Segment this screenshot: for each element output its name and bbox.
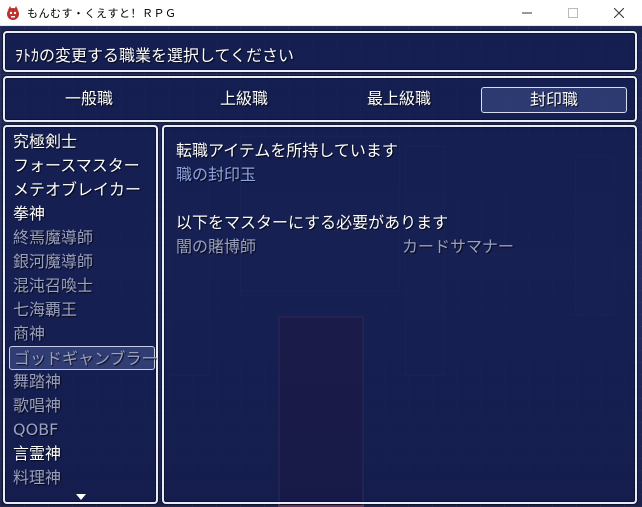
- required-job: 闇の賭博師: [176, 237, 257, 256]
- job-list-item[interactable]: 歌唱神: [13, 394, 61, 418]
- job-detail-window: 転職アイテムを所持しています 職の封印玉 以下をマスターにする必要があります 闇…: [162, 125, 637, 504]
- job-list-item[interactable]: 舞踏神: [13, 370, 61, 394]
- job-list-item[interactable]: 言霊神: [13, 442, 61, 466]
- close-icon: [614, 8, 624, 18]
- job-list-window: 究極剣士 フォースマスター メテオブレイカー 拳神 終焉魔導師 銀河魔導師 混沌…: [3, 125, 158, 504]
- job-list-item[interactable]: 銀河魔導師: [13, 250, 93, 274]
- requirement-heading: 以下をマスターにする必要があります: [176, 213, 449, 232]
- tab-sealed-class[interactable]: 封印職: [481, 87, 627, 113]
- job-list-item[interactable]: 混沌召喚士: [13, 274, 93, 298]
- job-list-item[interactable]: 七海覇王: [13, 298, 77, 322]
- required-item-name: 職の封印玉: [176, 165, 257, 184]
- close-button[interactable]: [596, 0, 642, 26]
- required-job: カードサマナー: [402, 237, 515, 256]
- job-list-item[interactable]: 究極剣士: [13, 130, 77, 154]
- window-titlebar: もんむす・くえすと！ＲＰＧ: [0, 0, 642, 26]
- job-list-item[interactable]: 商神: [13, 322, 45, 346]
- job-list-item[interactable]: 料理神: [13, 466, 61, 490]
- game-screen: ｦﾄｶの変更する職業を選択してください 一般職 上級職 最上級職 封印職 究極剣…: [0, 26, 642, 507]
- app-icon: [7, 5, 19, 20]
- job-list-item[interactable]: フォースマスター: [13, 154, 140, 178]
- window-title: もんむす・くえすと！ＲＰＧ: [27, 6, 177, 20]
- tab-advanced-class[interactable]: 上級職: [171, 87, 317, 113]
- tab-master-class[interactable]: 最上級職: [326, 87, 472, 113]
- item-heading: 転職アイテムを所持しています: [176, 141, 398, 160]
- help-window: ｦﾄｶの変更する職業を選択してください: [3, 31, 637, 72]
- maximize-icon: [568, 8, 578, 18]
- down-arrow-icon[interactable]: [76, 494, 86, 500]
- job-list-item[interactable]: メテオブレイカー: [13, 178, 141, 202]
- job-list-item[interactable]: 終焉魔導師: [13, 226, 93, 250]
- category-window: 一般職 上級職 最上級職 封印職: [3, 76, 637, 122]
- minimize-button[interactable]: [504, 0, 550, 26]
- job-list-item[interactable]: 拳神: [13, 202, 45, 226]
- minimize-icon: [522, 12, 532, 14]
- maximize-button[interactable]: [550, 0, 596, 26]
- tab-general-class[interactable]: 一般職: [16, 87, 162, 113]
- job-list-item-selected[interactable]: ゴッドギャンブラー: [9, 346, 158, 370]
- help-text: ｦﾄｶの変更する職業を選択してください: [15, 46, 295, 65]
- job-list-item[interactable]: QOBF: [13, 418, 58, 442]
